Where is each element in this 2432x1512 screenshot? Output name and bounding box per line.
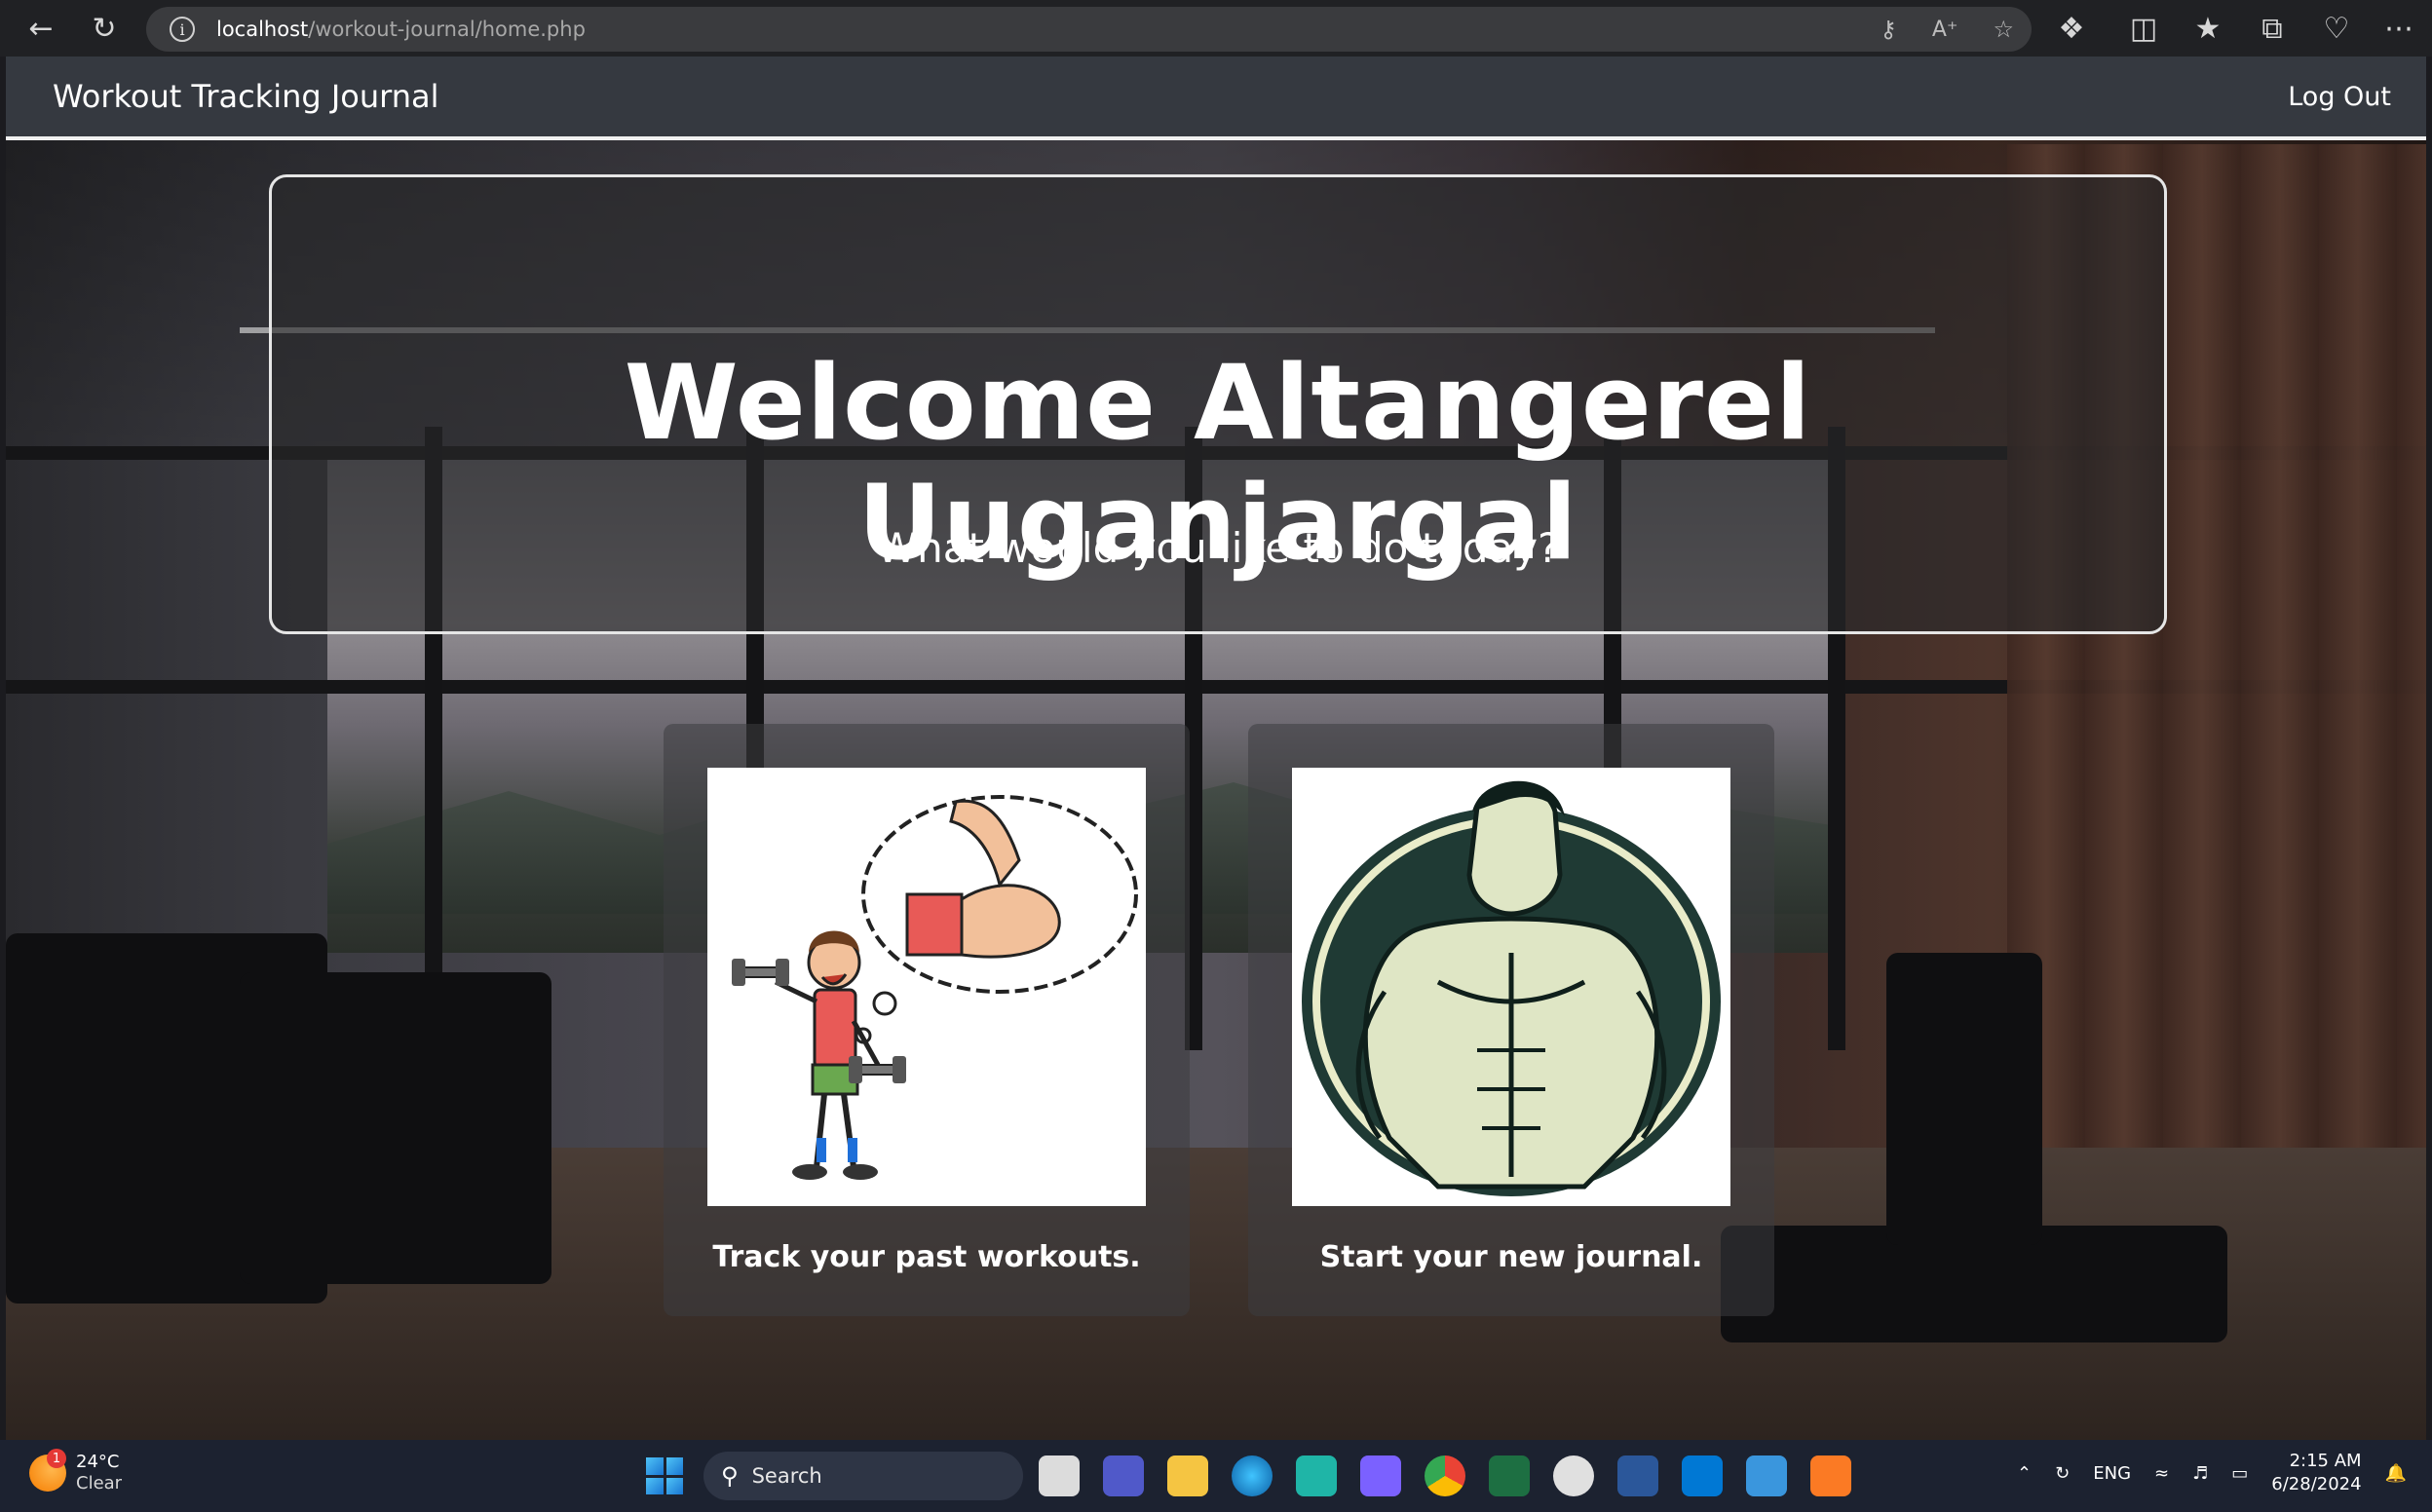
collections-icon[interactable]: ⧉ xyxy=(2251,7,2294,50)
split-screen-icon[interactable]: ◫ xyxy=(2122,7,2165,50)
track-workouts-label[interactable]: Track your past workouts. xyxy=(664,1240,1190,1274)
address-bar[interactable]: i localhost/workout-journal/home.php ⚷ A… xyxy=(146,7,2032,52)
language-indicator[interactable]: ENG xyxy=(2093,1463,2131,1484)
url-path: /workout-journal/home.php xyxy=(308,18,586,41)
volume-icon[interactable]: ♬ xyxy=(2192,1463,2208,1484)
page-content: Workout Tracking Journal Log Out Welcome… xyxy=(6,57,2426,1440)
track-workouts-card[interactable]: Track your past workouts. xyxy=(664,724,1190,1316)
wifi-icon[interactable]: ≈ xyxy=(2154,1463,2169,1484)
weather-widget[interactable]: 1 24°C Clear xyxy=(29,1449,123,1494)
edge-icon[interactable] xyxy=(1232,1455,1273,1496)
task-view-icon[interactable] xyxy=(1039,1455,1080,1496)
xampp-icon[interactable] xyxy=(1810,1455,1851,1496)
vscode-icon[interactable] xyxy=(1682,1455,1723,1496)
taskbar-clock[interactable]: 2:15 AM 6/28/2024 xyxy=(2271,1450,2361,1496)
notification-bell-icon[interactable]: 🔔 xyxy=(2385,1463,2407,1484)
welcome-subtitle: What would you like to do today? xyxy=(876,524,1560,572)
chrome-icon[interactable] xyxy=(1425,1455,1465,1496)
excel-icon[interactable] xyxy=(1489,1455,1530,1496)
battery-icon[interactable]: ▭ xyxy=(2231,1463,2248,1484)
sync-app-icon[interactable] xyxy=(1296,1455,1337,1496)
site-info-icon[interactable]: i xyxy=(170,17,195,42)
brand-title[interactable]: Workout Tracking Journal xyxy=(53,78,439,115)
new-journal-card[interactable]: Start your new journal. xyxy=(1248,724,1774,1316)
navbar: Workout Tracking Journal Log Out xyxy=(6,57,2426,140)
favorites-icon[interactable]: ★ xyxy=(2186,7,2229,50)
key-icon[interactable]: ⚷ xyxy=(1880,16,1897,43)
background-treadmill xyxy=(240,972,551,1284)
windows-start-icon[interactable] xyxy=(646,1457,683,1494)
weather-condition: Clear xyxy=(76,1473,123,1493)
chevron-up-icon[interactable]: ⌃ xyxy=(2017,1463,2032,1484)
taskbar-search[interactable]: ⚲ Search xyxy=(703,1452,1023,1500)
clock-date: 6/28/2024 xyxy=(2271,1474,2362,1494)
clock-app-icon[interactable] xyxy=(1553,1455,1594,1496)
weather-sun-icon: 1 xyxy=(29,1449,66,1492)
teams-icon[interactable] xyxy=(1103,1455,1144,1496)
back-arrow-icon[interactable]: ← xyxy=(19,7,62,50)
refresh-icon[interactable]: ↻ xyxy=(83,7,126,50)
search-placeholder: Search xyxy=(751,1464,822,1488)
url-host: localhost xyxy=(216,18,309,41)
logout-link[interactable]: Log Out xyxy=(2288,82,2391,112)
word-icon[interactable] xyxy=(1617,1455,1658,1496)
read-aloud-icon[interactable]: A⁺ xyxy=(1932,18,1958,42)
system-tray: ⌃ ↻ ENG ≈ ♬ ▭ 2:15 AM 6/28/2024 🔔 xyxy=(2017,1450,2407,1496)
browser-toolbar: ← ↻ i localhost/workout-journal/home.php… xyxy=(0,0,2432,57)
muscle-man-icon[interactable] xyxy=(1292,768,1730,1206)
favorite-star-icon[interactable]: ☆ xyxy=(1993,16,2014,43)
cartoon-dumbbell-icon[interactable] xyxy=(707,768,1146,1206)
new-journal-label[interactable]: Start your new journal. xyxy=(1248,1240,1774,1274)
browser-essentials-icon[interactable]: ♡ xyxy=(2315,7,2358,50)
background-weight-rack xyxy=(1886,953,2042,1245)
more-options-icon[interactable]: ⋯ xyxy=(2377,7,2420,50)
clock-time: 2:15 AM xyxy=(2289,1451,2362,1471)
photos-icon[interactable] xyxy=(1746,1455,1787,1496)
file-explorer-icon[interactable] xyxy=(1167,1455,1208,1496)
welcome-panel: Welcome Altangerel Uuganjargal What woul… xyxy=(269,174,2167,634)
weather-badge: 1 xyxy=(47,1449,66,1468)
taskbar: 1 24°C Clear ⚲ Search ⌃ ↻ ENG ≈ ♬ ▭ 2:15… xyxy=(0,1440,2432,1512)
calculator-icon[interactable] xyxy=(1360,1455,1401,1496)
extensions-icon[interactable]: ❖ xyxy=(2050,7,2093,50)
search-icon: ⚲ xyxy=(721,1462,739,1490)
sync-status-icon[interactable]: ↻ xyxy=(2055,1463,2070,1484)
weather-temp: 24°C xyxy=(76,1452,120,1472)
